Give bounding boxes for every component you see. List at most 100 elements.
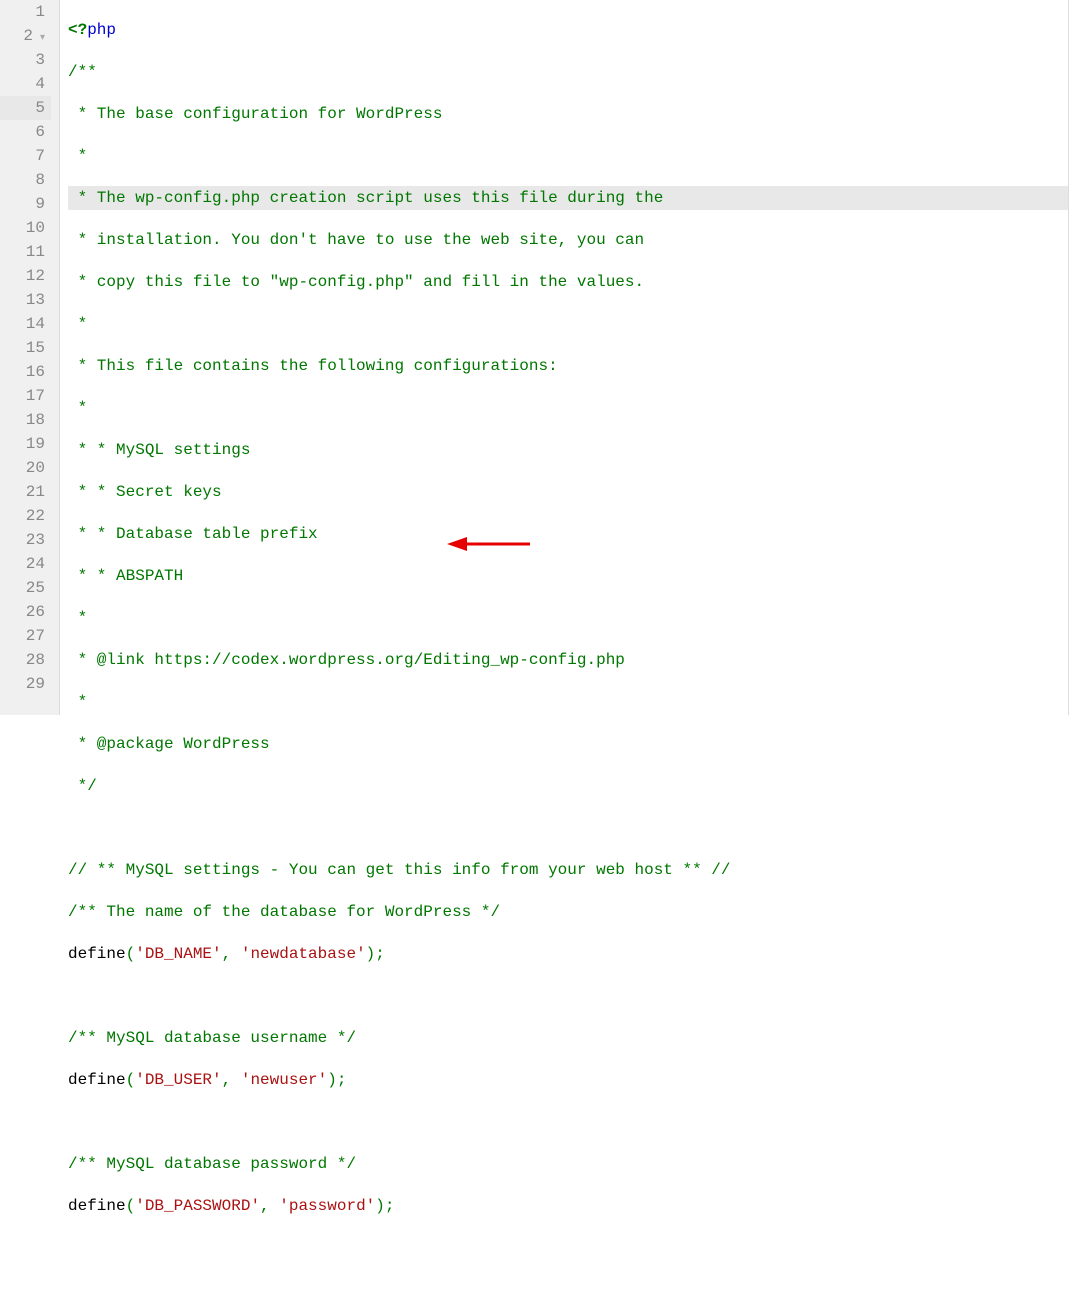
paren-open: ( bbox=[126, 1197, 136, 1215]
comment: // ** MySQL settings - You can get this … bbox=[68, 861, 731, 879]
function-call: define bbox=[68, 1071, 126, 1089]
string-literal: 'DB_USER' bbox=[135, 1071, 221, 1089]
line-number: 11 bbox=[0, 240, 51, 264]
comment: /** MySQL database password */ bbox=[68, 1155, 356, 1173]
code-line[interactable] bbox=[68, 1110, 1068, 1134]
code-line[interactable]: * bbox=[68, 312, 1068, 336]
comment: * The base configuration for WordPress bbox=[68, 105, 442, 123]
line-number: 7 bbox=[0, 144, 51, 168]
code-line[interactable]: * * Database table prefix bbox=[68, 522, 1068, 546]
code-line[interactable]: * bbox=[68, 690, 1068, 714]
comment: * copy this file to "wp-config.php" and … bbox=[68, 273, 644, 291]
comment: * @link https://codex.wordpress.org/Edit… bbox=[68, 651, 625, 669]
code-line[interactable]: * * MySQL settings bbox=[68, 438, 1068, 462]
comment: * bbox=[68, 693, 87, 711]
comma: , bbox=[260, 1197, 279, 1215]
line-number: 10 bbox=[0, 216, 51, 240]
stmt-end: ); bbox=[366, 945, 385, 963]
line-number: 19 bbox=[0, 432, 51, 456]
line-number: 5 bbox=[0, 96, 51, 120]
comment: * bbox=[68, 315, 87, 333]
line-number: 23 bbox=[0, 528, 51, 552]
line-number: 8 bbox=[0, 168, 51, 192]
line-number: 29 bbox=[0, 672, 51, 696]
code-line[interactable]: // ** MySQL settings - You can get this … bbox=[68, 858, 1068, 882]
code-line[interactable]: * bbox=[68, 396, 1068, 420]
code-line[interactable]: * copy this file to "wp-config.php" and … bbox=[68, 270, 1068, 294]
line-number: 20 bbox=[0, 456, 51, 480]
line-number: 22 bbox=[0, 504, 51, 528]
line-number: 26 bbox=[0, 600, 51, 624]
code-line[interactable]: /** MySQL database username */ bbox=[68, 1026, 1068, 1050]
comment: * @package WordPress bbox=[68, 735, 270, 753]
comment: * This file contains the following confi… bbox=[68, 357, 558, 375]
comment: * * MySQL settings bbox=[68, 441, 250, 459]
comment: /** MySQL database username */ bbox=[68, 1029, 356, 1047]
paren-open: ( bbox=[126, 1071, 136, 1089]
comment: * The wp-config.php creation script uses… bbox=[68, 189, 663, 207]
line-number: 21 bbox=[0, 480, 51, 504]
string-literal: 'DB_PASSWORD' bbox=[135, 1197, 260, 1215]
comment: * bbox=[68, 147, 87, 165]
comment: * bbox=[68, 609, 87, 627]
code-line[interactable]: define('DB_USER', 'newuser'); bbox=[68, 1068, 1068, 1092]
line-number: 25 bbox=[0, 576, 51, 600]
line-number: 18 bbox=[0, 408, 51, 432]
line-number: 16 bbox=[0, 360, 51, 384]
code-line[interactable]: * The base configuration for WordPress bbox=[68, 102, 1068, 126]
string-literal: 'newdatabase' bbox=[241, 945, 366, 963]
comment: */ bbox=[68, 777, 97, 795]
stmt-end: ); bbox=[327, 1071, 346, 1089]
line-number: 28 bbox=[0, 648, 51, 672]
code-line[interactable]: define('DB_PASSWORD', 'password'); bbox=[68, 1194, 1068, 1218]
line-number: 17 bbox=[0, 384, 51, 408]
line-number: 27 bbox=[0, 624, 51, 648]
comment: * installation. You don't have to use th… bbox=[68, 231, 644, 249]
code-line[interactable]: * bbox=[68, 606, 1068, 630]
line-number-gutter: 1 2▾ 3 4 5 6 7 8 9 10 11 12 13 14 15 16 … bbox=[0, 0, 60, 715]
code-line[interactable]: <?php bbox=[68, 18, 1068, 42]
code-line-active[interactable]: * The wp-config.php creation script uses… bbox=[68, 186, 1068, 210]
code-line[interactable] bbox=[68, 816, 1068, 840]
stmt-end: ); bbox=[375, 1197, 394, 1215]
line-number: 14 bbox=[0, 312, 51, 336]
string-literal: 'DB_NAME' bbox=[135, 945, 221, 963]
line-number: 2▾ bbox=[0, 24, 51, 48]
comment: * * ABSPATH bbox=[68, 567, 183, 585]
line-number: 6 bbox=[0, 120, 51, 144]
code-line[interactable]: /** bbox=[68, 60, 1068, 84]
comment: * * Secret keys bbox=[68, 483, 222, 501]
code-line[interactable]: */ bbox=[68, 774, 1068, 798]
code-line[interactable]: * * Secret keys bbox=[68, 480, 1068, 504]
comment: /** bbox=[68, 63, 97, 81]
php-keyword: php bbox=[87, 21, 116, 39]
line-number: 9 bbox=[0, 192, 51, 216]
line-number: 13 bbox=[0, 288, 51, 312]
code-line[interactable]: define('DB_NAME', 'newdatabase'); bbox=[68, 942, 1068, 966]
comment: * bbox=[68, 399, 87, 417]
line-number: 15 bbox=[0, 336, 51, 360]
php-open-tag: <? bbox=[68, 21, 87, 39]
code-line[interactable]: /** MySQL database password */ bbox=[68, 1152, 1068, 1176]
code-line[interactable]: * * ABSPATH bbox=[68, 564, 1068, 588]
string-literal: 'newuser' bbox=[241, 1071, 327, 1089]
function-call: define bbox=[68, 945, 126, 963]
line-number: 12 bbox=[0, 264, 51, 288]
line-number: 4 bbox=[0, 72, 51, 96]
comma: , bbox=[222, 945, 241, 963]
code-line[interactable]: * This file contains the following confi… bbox=[68, 354, 1068, 378]
line-number: 24 bbox=[0, 552, 51, 576]
paren-open: ( bbox=[126, 945, 136, 963]
code-line[interactable]: * @link https://codex.wordpress.org/Edit… bbox=[68, 648, 1068, 672]
code-line[interactable]: * installation. You don't have to use th… bbox=[68, 228, 1068, 252]
code-line[interactable]: * bbox=[68, 144, 1068, 168]
line-number: 3 bbox=[0, 48, 51, 72]
code-editor-content[interactable]: <?php /** * The base configuration for W… bbox=[60, 0, 1068, 715]
string-literal: 'password' bbox=[279, 1197, 375, 1215]
comma: , bbox=[222, 1071, 241, 1089]
code-line[interactable] bbox=[68, 984, 1068, 1008]
code-line[interactable]: * @package WordPress bbox=[68, 732, 1068, 756]
comment: /** The name of the database for WordPre… bbox=[68, 903, 500, 921]
code-line[interactable]: /** The name of the database for WordPre… bbox=[68, 900, 1068, 924]
comment: * * Database table prefix bbox=[68, 525, 318, 543]
